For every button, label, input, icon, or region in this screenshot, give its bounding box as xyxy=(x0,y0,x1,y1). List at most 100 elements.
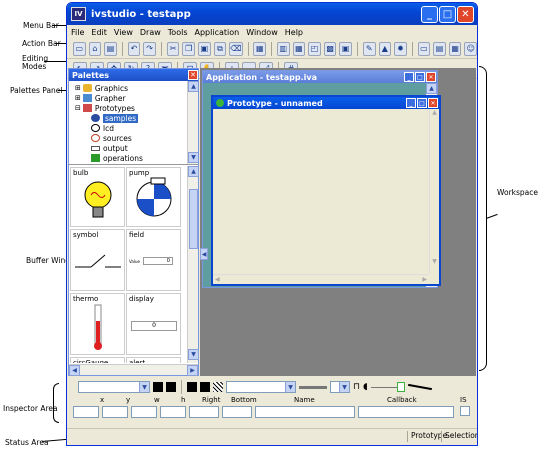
gear-icon[interactable]: ✹ xyxy=(394,41,407,56)
palette-item-pump[interactable]: pump xyxy=(126,167,181,227)
prototype-canvas[interactable] xyxy=(213,109,429,273)
callback-field[interactable] xyxy=(358,406,454,418)
inspector-headers: x y w h Right Bottom Name Callback IS xyxy=(100,396,467,404)
tree-item-samples[interactable]: samples xyxy=(75,113,198,123)
maximize-button[interactable]: □ xyxy=(415,72,425,82)
people-icon[interactable]: ☺ xyxy=(464,41,477,56)
field-value-label: Value xyxy=(129,258,140,264)
prototype-vscrollbar[interactable]: ▲ ▼ xyxy=(429,109,439,273)
palette-item-display[interactable]: display 0 xyxy=(126,293,181,355)
font-combo[interactable]: ▼ xyxy=(78,381,150,393)
menu-window[interactable]: Window xyxy=(246,28,278,37)
tree-item-prototypes[interactable]: ⊟ Prototypes xyxy=(75,103,198,113)
menu-view[interactable]: View xyxy=(114,28,133,37)
panel-icon[interactable]: ▣ xyxy=(339,41,353,56)
tree-item-output[interactable]: output xyxy=(75,143,198,153)
palette-item-field[interactable]: field Value 0 xyxy=(126,229,181,291)
h-field[interactable] xyxy=(160,406,186,418)
prototype-hscrollbar[interactable]: ◀ ▶ xyxy=(213,274,429,284)
bottom-field[interactable] xyxy=(222,406,252,418)
layout-icon[interactable]: ▦ xyxy=(448,41,462,56)
close-button[interactable]: ✕ xyxy=(428,98,438,108)
menu-help[interactable]: Help xyxy=(285,28,303,37)
save-icon[interactable]: ▤ xyxy=(104,41,117,56)
palettes-title-bar: Palettes ✕ xyxy=(69,69,198,81)
tree-item-lcd[interactable]: lcd xyxy=(75,123,198,133)
delete-icon[interactable]: ⌫ xyxy=(229,41,243,56)
menu-tools[interactable]: Tools xyxy=(168,28,188,37)
maximize-button[interactable]: □ xyxy=(439,5,456,23)
palette-items-scrollbar[interactable]: ▲ ▼ xyxy=(187,166,199,363)
test-icon[interactable]: ▦ xyxy=(253,41,267,56)
tree-item-grapher[interactable]: ⊞ Grapher xyxy=(75,93,198,103)
open-icon[interactable]: ⌂ xyxy=(88,41,102,56)
minimize-button[interactable]: _ xyxy=(421,5,438,23)
right-field[interactable] xyxy=(189,406,219,418)
paste-icon[interactable]: ▣ xyxy=(198,41,211,56)
name-field[interactable] xyxy=(255,406,355,418)
image-icon[interactable]: ▩ xyxy=(323,41,337,56)
close-icon[interactable]: ✕ xyxy=(188,70,198,80)
palette-item-symbol[interactable]: symbol xyxy=(70,229,125,291)
tile-icon[interactable]: ▤ xyxy=(433,41,446,56)
copy-icon[interactable]: ❐ xyxy=(182,41,196,56)
close-button[interactable]: ✕ xyxy=(426,72,436,82)
tree-scrollbar[interactable]: ▲ ▼ xyxy=(187,81,198,164)
redo-icon[interactable]: ↷ xyxy=(143,41,156,56)
chart-icon[interactable]: ▲ xyxy=(378,41,392,56)
slider-thumb[interactable] xyxy=(396,381,405,392)
menu-draw[interactable]: Draw xyxy=(140,28,161,37)
tree-item-operations[interactable]: operations xyxy=(75,153,198,163)
cut-icon[interactable]: ✂ xyxy=(166,41,180,56)
palette-item-alert[interactable]: alert xyxy=(126,357,181,363)
foreground-swatch[interactable] xyxy=(153,382,163,392)
title-bar: IV ivstudio - testapp _ □ ✕ xyxy=(67,3,477,25)
palette-hscrollbar[interactable]: ◀ ▶ xyxy=(69,364,198,376)
close-button[interactable]: ✕ xyxy=(457,5,474,23)
menu-application[interactable]: Application xyxy=(195,28,240,37)
grid-icon[interactable]: ▦ xyxy=(292,41,306,56)
prototype-buffer-window: Prototype - unnamed _ □ ✕ ▲ ▼ ◀ ▶ xyxy=(211,95,441,286)
new-icon[interactable]: ▭ xyxy=(73,41,86,56)
group-icon[interactable]: ◰ xyxy=(308,41,321,56)
is-checkbox[interactable] xyxy=(460,406,470,416)
x-field[interactable] xyxy=(73,406,99,418)
w-field[interactable] xyxy=(131,406,157,418)
align-icon[interactable]: ▥ xyxy=(276,41,290,56)
fill-swatch[interactable] xyxy=(187,382,197,392)
menu-file[interactable]: File xyxy=(71,28,84,37)
maximize-button[interactable]: □ xyxy=(417,98,427,108)
inspector-area: ▼ ▼ ▼ ⊓ ◖ x y w h Right Bottom Name Call… xyxy=(68,378,476,428)
application-window-title: Application - testapp.iva xyxy=(206,72,317,82)
line-style-combo[interactable]: ▼ xyxy=(226,381,296,393)
palette-item-circgauge[interactable]: circGauge xyxy=(70,357,125,363)
arrow-style-icon[interactable]: ⊓ xyxy=(353,382,360,392)
palette-item-thermo[interactable]: thermo xyxy=(70,293,125,355)
hatch-pattern-icon[interactable] xyxy=(213,382,223,392)
palette-item-bulb[interactable]: bulb xyxy=(70,167,125,227)
prototype-window-title: Prototype - unnamed xyxy=(227,98,323,108)
tree-item-graphics[interactable]: ⊞ Graphics xyxy=(75,83,198,93)
y-field[interactable] xyxy=(102,406,128,418)
status-selection: Selection xyxy=(441,431,477,442)
minimize-button[interactable]: _ xyxy=(404,72,414,82)
undo-icon[interactable]: ↶ xyxy=(127,41,141,56)
background-swatch[interactable] xyxy=(166,382,176,392)
line-width-combo[interactable]: ▼ xyxy=(330,381,350,393)
minimize-button[interactable]: _ xyxy=(406,98,416,108)
cap-style-icon[interactable]: ◖ xyxy=(363,382,368,392)
bulb-icon xyxy=(84,181,112,218)
window-icon[interactable]: ▭ xyxy=(417,41,431,56)
leader-line xyxy=(486,213,498,219)
annotation-status-area: Status Area xyxy=(5,438,49,447)
edit-icon[interactable]: ✎ xyxy=(362,41,376,56)
tree-item-sources[interactable]: sources xyxy=(75,133,198,143)
palette-tree: ⊞ Graphics ⊞ Grapher ⊟ Prototypes samples l… xyxy=(69,81,198,165)
duplicate-icon[interactable]: ⧉ xyxy=(213,41,227,56)
pump-icon xyxy=(136,177,172,217)
buffer-toggle-arrow[interactable]: ◀ xyxy=(200,248,208,260)
menu-edit[interactable]: Edit xyxy=(91,28,107,37)
prototype-window-title-bar: Prototype - unnamed _ □ ✕ xyxy=(213,97,439,109)
pattern-swatch[interactable] xyxy=(200,382,210,392)
slider-track[interactable] xyxy=(370,381,405,392)
